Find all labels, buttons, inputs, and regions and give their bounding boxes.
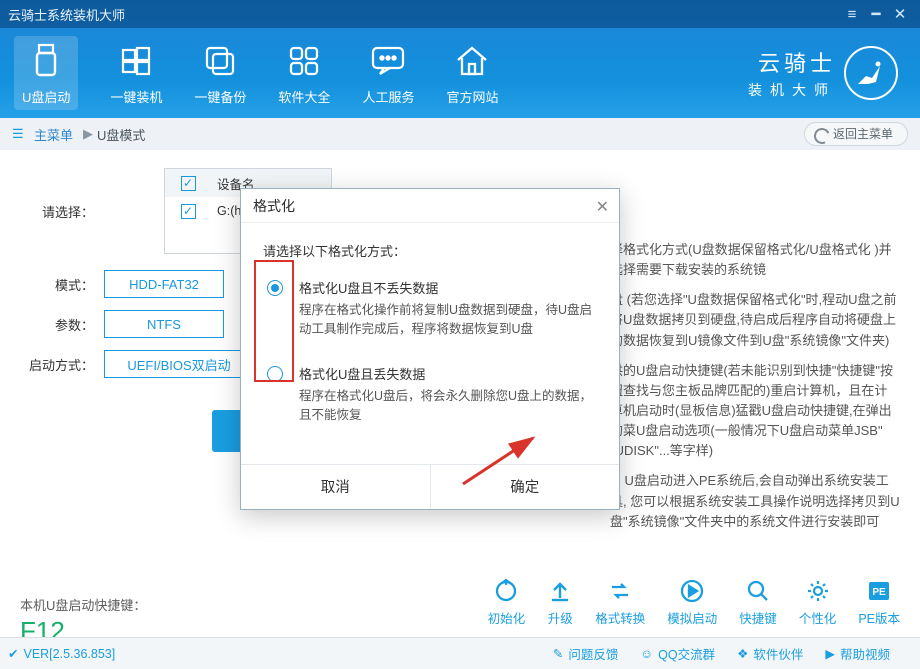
hotkey-label: 快捷键 xyxy=(739,608,777,627)
param-select[interactable]: NTFS xyxy=(104,310,224,338)
dialog-close-button[interactable]: ✕ xyxy=(596,197,609,217)
shortcut-label: 本机U盘启动快捷键： xyxy=(20,595,146,614)
dialog-cancel-button[interactable]: 取消 xyxy=(241,465,430,509)
init-label: 初始化 xyxy=(488,608,526,627)
return-main-menu-button[interactable]: 返回主菜单 xyxy=(804,122,908,146)
option-title: 格式化U盘且不丢失数据 xyxy=(299,278,597,297)
minimize-icon[interactable]: ━ xyxy=(864,5,888,23)
device-checkbox[interactable]: ✓ xyxy=(181,204,196,219)
upgrade-label: 升级 xyxy=(548,608,573,627)
init-button[interactable]: 初始化 xyxy=(488,578,526,627)
version-text: VER[2.5.36.853] xyxy=(23,647,115,661)
home-icon xyxy=(451,40,493,82)
format-option-lose-data[interactable]: 格式化U盘且丢失数据 程序在格式化U盘后，将会永久删除您U盘上的数据，且不能恢复 xyxy=(263,364,597,426)
partner-icon: ❖ xyxy=(737,646,748,661)
tab-one-key-install[interactable]: 一键装机 xyxy=(110,40,162,106)
tab-label: U盘启动 xyxy=(22,87,70,106)
status-bar: ✔ VER[2.5.36.853] ✎问题反馈 ☺QQ交流群 ❖软件伙伴 ▶帮助视… xyxy=(0,637,920,669)
radio-unselected[interactable] xyxy=(267,366,283,382)
dialog-lead: 请选择以下格式化方式： xyxy=(263,241,597,260)
edit-icon: ✎ xyxy=(553,646,563,661)
format-option-keep-data[interactable]: 格式化U盘且不丢失数据 程序在格式化操作前将复制U盘数据到硬盘，待U盘启动工具制… xyxy=(263,278,597,340)
partners-link[interactable]: ❖软件伙伴 xyxy=(737,644,803,663)
video-icon: ▶ xyxy=(825,646,835,661)
feedback-link[interactable]: ✎问题反馈 xyxy=(553,644,619,663)
hotkey-button[interactable]: 快捷键 xyxy=(739,578,777,627)
tab-u-disk-boot[interactable]: U盘启动 xyxy=(14,36,78,110)
brand-subtitle: 装机大师 xyxy=(748,80,836,100)
pe-version-button[interactable]: PE PE版本 xyxy=(858,578,900,627)
param-label: 参数： xyxy=(22,315,94,334)
tab-one-key-backup[interactable]: 一键备份 xyxy=(194,40,246,106)
simulate-button[interactable]: 模拟启动 xyxy=(667,578,717,627)
format-dialog: 格式化 ✕ 请选择以下格式化方式： 格式化U盘且不丢失数据 程序在格式化操作前将… xyxy=(240,188,620,510)
window-title: 云骑士系统装机大师 xyxy=(8,5,840,24)
windows-icon xyxy=(115,40,157,82)
tab-official-site[interactable]: 官方网站 xyxy=(446,40,498,106)
window-title-bar: 云骑士系统装机大师 ≡ ━ ✕ xyxy=(0,0,920,28)
instructions-panel: 择格式化方式(U盘数据保留格式化/U盘格式化 )并选择需要下载安装的系统镜 盘 … xyxy=(610,240,900,542)
customize-label: 个性化 xyxy=(799,608,837,627)
brand-name: 云骑士 xyxy=(758,46,836,78)
customize-button[interactable]: 个性化 xyxy=(799,578,837,627)
main-toolbar: U盘启动 一键装机 一键备份 软件大全 人工服务 官方网站 云骑士 装机大师 xyxy=(0,28,920,118)
tab-label: 一键备份 xyxy=(194,87,246,106)
dialog-ok-button[interactable]: 确定 xyxy=(430,465,620,509)
svg-text:PE: PE xyxy=(872,587,886,598)
select-all-checkbox[interactable]: ✓ xyxy=(181,176,196,191)
breadcrumb-bar: ☰ 主菜单 ▶ U盘模式 返回主菜单 xyxy=(0,118,920,150)
instruction-line: 供的U盘启动快捷键(若未能识别到快捷"快捷键"按钮查找与您主板品牌匹配的)重启计… xyxy=(610,361,900,462)
hamburger-icon[interactable]: ☰ xyxy=(12,126,34,142)
help-video-link[interactable]: ▶帮助视频 xyxy=(825,644,890,663)
tab-label: 一键装机 xyxy=(110,87,162,106)
instruction-line: 择格式化方式(U盘数据保留格式化/U盘格式化 )并选择需要下载安装的系统镜 xyxy=(610,240,900,280)
usb-icon xyxy=(25,40,67,82)
check-icon: ✔ xyxy=(8,646,18,661)
option-title: 格式化U盘且丢失数据 xyxy=(299,364,597,383)
qq-group-link[interactable]: ☺QQ交流群 xyxy=(640,644,715,663)
bottom-icon-bar: 初始化 升级 格式转换 模拟启动 快捷键 个性化 PE PE版本 xyxy=(466,578,900,627)
upgrade-button[interactable]: 升级 xyxy=(547,578,573,627)
breadcrumb-root[interactable]: 主菜单 xyxy=(34,125,73,144)
simulate-label: 模拟启动 xyxy=(667,608,717,627)
option-desc: 程序在格式化U盘后，将会永久删除您U盘上的数据，且不能恢复 xyxy=(299,387,597,426)
close-icon[interactable]: ✕ xyxy=(888,5,912,23)
tab-software-center[interactable]: 软件大全 xyxy=(278,40,330,106)
tab-manual-service[interactable]: 人工服务 xyxy=(362,40,414,106)
tab-label: 人工服务 xyxy=(362,87,414,106)
menu-icon[interactable]: ≡ xyxy=(840,6,864,23)
mode-label: 模式： xyxy=(22,275,94,294)
knight-icon xyxy=(844,46,898,100)
chevron-right-icon: ▶ xyxy=(83,126,93,142)
backup-icon xyxy=(199,40,241,82)
option-desc: 程序在格式化操作前将复制U盘数据到硬盘，待U盘启动工具制作完成后，程序将数据恢复… xyxy=(299,301,597,340)
convert-label: 格式转换 xyxy=(595,608,645,627)
brand-logo: 云骑士 装机大师 xyxy=(748,46,898,100)
boot-label: 启动方式： xyxy=(22,355,94,374)
tab-label: 官方网站 xyxy=(446,87,498,106)
mode-select[interactable]: HDD-FAT32 xyxy=(104,270,224,298)
apps-icon xyxy=(283,40,325,82)
tab-label: 软件大全 xyxy=(278,87,330,106)
instruction-line: 盘 (若您选择"U盘数据保留格式化"时,程动U盘之前将U盘数据拷贝到硬盘,待启成… xyxy=(610,290,900,350)
qq-icon: ☺ xyxy=(640,647,653,661)
radio-selected[interactable] xyxy=(267,280,283,296)
dialog-title: 格式化 xyxy=(253,196,295,216)
boot-mode-select[interactable]: UEFI/BIOS双启动 xyxy=(104,350,254,378)
breadcrumb-current: U盘模式 xyxy=(97,125,145,144)
instruction-line: 4. U盘启动进入PE系统后,会自动弹出系统安装工具, 您可以根据系统安装工具操… xyxy=(610,471,900,531)
select-label: 请选择： xyxy=(22,202,94,221)
version-info[interactable]: ✔ VER[2.5.36.853] xyxy=(8,646,115,661)
pe-label: PE版本 xyxy=(858,608,900,627)
convert-button[interactable]: 格式转换 xyxy=(595,578,645,627)
chat-icon xyxy=(367,40,409,82)
